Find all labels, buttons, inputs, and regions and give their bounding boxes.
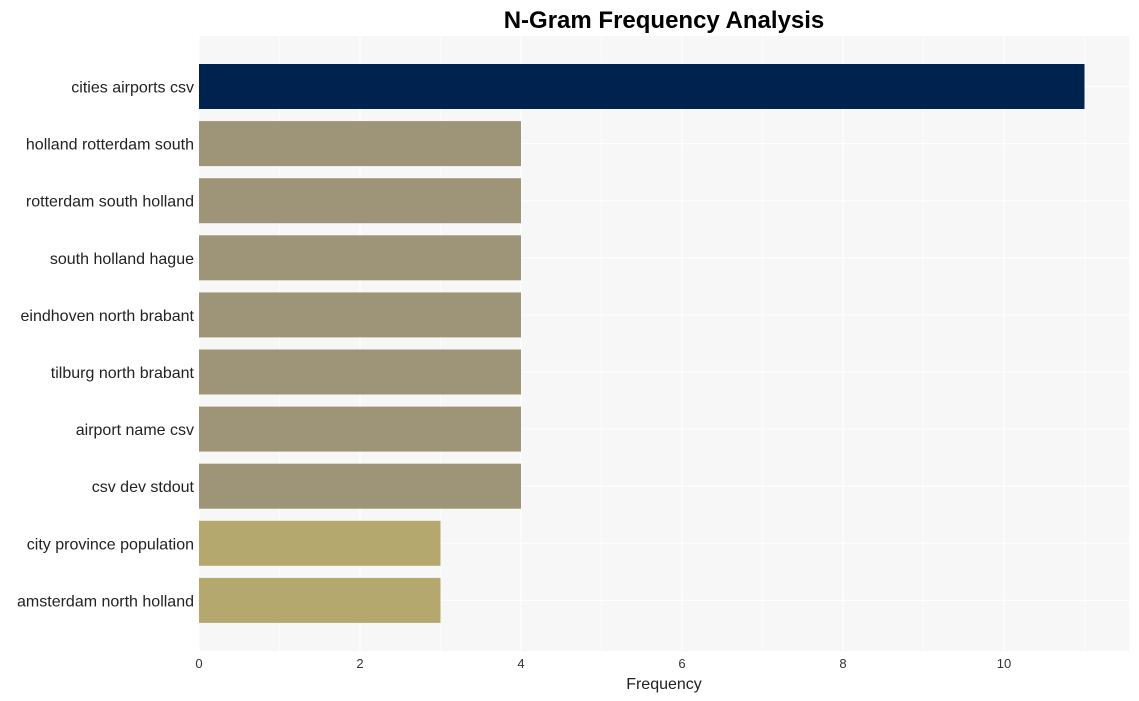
y-tick-label: csv dev stdout	[92, 479, 195, 496]
bar-amsterdam-north-holland	[199, 577, 441, 623]
x-tick-label: 2	[356, 656, 363, 671]
y-tick-label: rotterdam south holland	[26, 194, 194, 211]
bar-holland-rotterdam-south	[199, 121, 521, 167]
x-tick-label: 6	[678, 656, 685, 671]
chart-title: N-Gram Frequency Analysis	[504, 7, 825, 34]
bar-csv-dev-stdout	[199, 463, 521, 509]
y-tick-label: cities airports csv	[71, 80, 194, 97]
x-axis-label: Frequency	[626, 676, 702, 693]
y-tick-label: south holland hague	[50, 251, 194, 268]
bar-airport-name-csv	[199, 406, 521, 452]
x-tick-label: 10	[997, 656, 1011, 671]
y-axis-labels: cities airports csv holland rotterdam sou…	[17, 80, 195, 611]
y-tick-label: amsterdam north holland	[17, 593, 194, 610]
x-tick-label: 0	[195, 656, 202, 671]
bar-south-holland-hague	[199, 235, 521, 281]
bar-rotterdam-south-holland	[199, 178, 521, 224]
bar-city-province-population	[199, 520, 441, 566]
bar-tilburg-north-brabant	[199, 349, 521, 395]
y-tick-label: holland rotterdam south	[26, 137, 194, 154]
y-tick-label: eindhoven north brabant	[21, 308, 195, 325]
y-tick-label: city province population	[27, 536, 194, 553]
y-tick-label: tilburg north brabant	[51, 365, 195, 382]
x-axis-ticks: 0 2 4 6 8 10	[195, 656, 1011, 671]
x-tick-label: 4	[517, 656, 524, 671]
bar-eindhoven-north-brabant	[199, 292, 521, 338]
ngram-bar-chart: cities airports csv holland rotterdam sou…	[17, 7, 1129, 693]
bar-cities-airports-csv	[199, 64, 1085, 109]
y-tick-label: airport name csv	[76, 422, 194, 439]
x-tick-label: 8	[839, 656, 846, 671]
